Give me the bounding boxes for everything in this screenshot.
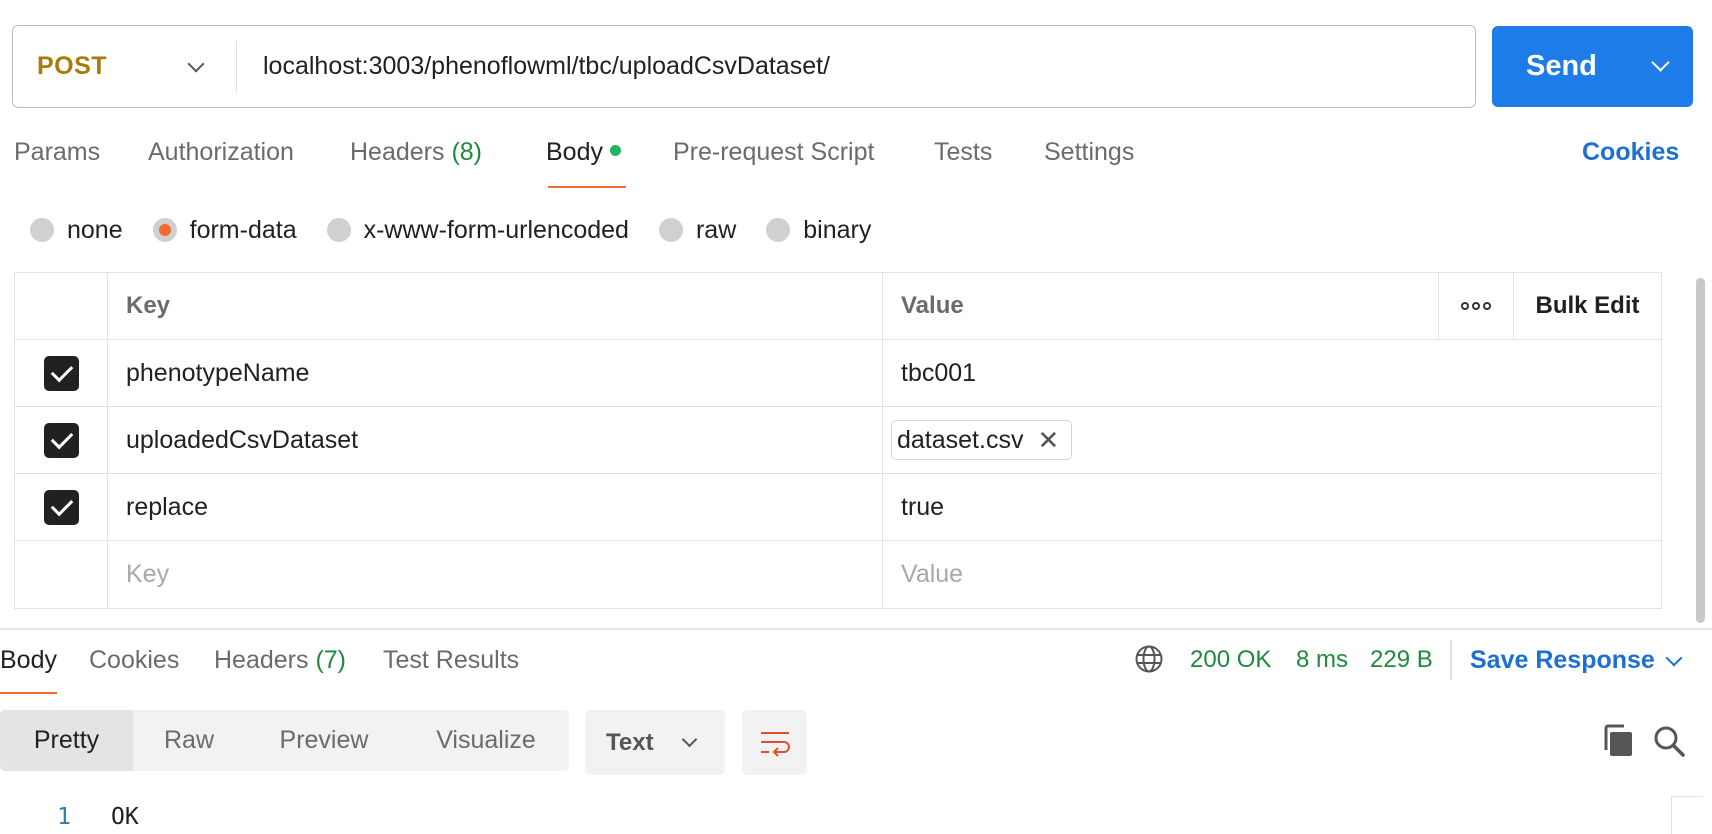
active-tab-indicator bbox=[548, 186, 626, 188]
value-cell: dataset.csv ✕ bbox=[883, 407, 1661, 473]
bulk-edit-button[interactable]: Bulk Edit bbox=[1514, 273, 1661, 339]
value-cell[interactable]: true bbox=[883, 474, 1661, 540]
response-tabs: Body Cookies Headers (7) Test Results 20… bbox=[0, 640, 1712, 696]
row-checkbox[interactable] bbox=[43, 489, 79, 525]
divider bbox=[1450, 640, 1452, 680]
table-row: uploadedCsvDataset dataset.csv ✕ bbox=[15, 407, 1661, 474]
request-url-bar: POST localhost:3003/phenoflowml/tbc/uplo… bbox=[12, 25, 1476, 108]
key-cell[interactable]: phenotypeName bbox=[108, 340, 883, 406]
more-dots-icon bbox=[1461, 302, 1491, 310]
tab-prerequest-script[interactable]: Pre-request Script bbox=[673, 138, 874, 167]
radio-selected-icon bbox=[152, 218, 177, 242]
response-tab-body[interactable]: Body bbox=[0, 646, 57, 675]
scrollbar[interactable] bbox=[1696, 278, 1705, 623]
format-select[interactable]: Text bbox=[585, 710, 725, 775]
headers-count: (8) bbox=[451, 138, 483, 166]
divider bbox=[0, 628, 1712, 630]
save-response-button[interactable]: Save Response bbox=[1470, 646, 1655, 675]
radio-binary[interactable]: binary bbox=[766, 216, 871, 245]
tab-body[interactable]: Body bbox=[546, 138, 621, 167]
radio-form-data[interactable]: form-data bbox=[152, 216, 297, 245]
table-header-row: Key Value Bulk Edit bbox=[15, 273, 1661, 340]
radio-raw[interactable]: raw bbox=[658, 216, 736, 245]
search-icon[interactable] bbox=[1652, 724, 1686, 758]
chevron-down-icon bbox=[187, 55, 205, 72]
line-number: 1 bbox=[57, 804, 71, 830]
response-tab-headers[interactable]: Headers (7) bbox=[214, 646, 346, 675]
radio-icon bbox=[326, 218, 351, 242]
response-headers-count: (7) bbox=[315, 646, 347, 674]
active-tab-indicator bbox=[0, 692, 57, 694]
table-row: replace true bbox=[15, 474, 1661, 541]
table-row-empty: Key Value bbox=[15, 541, 1661, 608]
tab-headers[interactable]: Headers (8) bbox=[350, 138, 482, 167]
key-cell[interactable]: replace bbox=[108, 474, 883, 540]
response-code-line: 1 OK bbox=[0, 800, 139, 834]
tab-tests[interactable]: Tests bbox=[934, 138, 992, 167]
body-type-radios: none form-data x-www-form-urlencoded raw… bbox=[30, 210, 901, 250]
chevron-down-icon bbox=[681, 731, 697, 748]
radio-x-www-form-urlencoded[interactable]: x-www-form-urlencoded bbox=[326, 216, 629, 245]
chevron-down-icon[interactable] bbox=[1665, 649, 1683, 667]
format-label: Text bbox=[606, 728, 654, 756]
new-key-input[interactable]: Key bbox=[108, 541, 883, 608]
header-value: Value bbox=[883, 273, 1439, 339]
radio-icon bbox=[766, 218, 791, 242]
copy-icon[interactable] bbox=[1602, 724, 1634, 758]
file-name: dataset.csv bbox=[897, 425, 1024, 454]
row-checkbox[interactable] bbox=[43, 422, 79, 458]
send-button[interactable]: Send bbox=[1492, 26, 1693, 107]
close-icon[interactable]: ✕ bbox=[1037, 427, 1059, 453]
body-modified-dot bbox=[609, 144, 621, 156]
view-raw[interactable]: Raw bbox=[133, 710, 245, 771]
key-cell[interactable]: uploadedCsvDataset bbox=[108, 407, 883, 473]
tab-authorization[interactable]: Authorization bbox=[148, 138, 294, 167]
tab-params[interactable]: Params bbox=[14, 138, 100, 167]
view-pretty[interactable]: Pretty bbox=[0, 710, 133, 771]
response-tab-cookies[interactable]: Cookies bbox=[89, 646, 179, 675]
new-value-input[interactable]: Value bbox=[883, 541, 1661, 608]
more-options-button[interactable] bbox=[1439, 273, 1514, 339]
response-tab-test-results[interactable]: Test Results bbox=[383, 646, 519, 675]
request-tabs: Params Authorization Headers (8) Body Pr… bbox=[0, 134, 1700, 190]
response-size[interactable]: 229 B bbox=[1370, 646, 1433, 674]
send-options-chevron-icon[interactable] bbox=[1651, 53, 1670, 72]
table-row: phenotypeName tbc001 bbox=[15, 340, 1661, 407]
wrap-lines-icon bbox=[760, 731, 790, 757]
radio-none[interactable]: none bbox=[30, 216, 123, 245]
send-label: Send bbox=[1526, 50, 1597, 82]
radio-icon bbox=[658, 218, 683, 242]
tab-settings[interactable]: Settings bbox=[1044, 138, 1134, 167]
response-view-switcher: Pretty Raw Preview Visualize bbox=[0, 710, 569, 771]
globe-icon[interactable] bbox=[1134, 644, 1164, 674]
response-time[interactable]: 8 ms bbox=[1296, 646, 1348, 674]
cookies-link[interactable]: Cookies bbox=[1582, 138, 1679, 167]
header-check-cell bbox=[15, 273, 108, 339]
view-preview[interactable]: Preview bbox=[245, 710, 403, 771]
form-data-table: Key Value Bulk Edit phenotypeName tbc001… bbox=[14, 272, 1662, 609]
view-visualize[interactable]: Visualize bbox=[403, 710, 569, 771]
method-label: POST bbox=[37, 52, 108, 80]
row-checkbox[interactable] bbox=[43, 355, 79, 391]
method-select[interactable]: POST bbox=[13, 40, 237, 93]
url-input[interactable]: localhost:3003/phenoflowml/tbc/uploadCsv… bbox=[237, 52, 830, 81]
radio-icon bbox=[30, 218, 54, 242]
line-text: OK bbox=[111, 804, 139, 830]
value-cell[interactable]: tbc001 bbox=[883, 340, 1661, 406]
header-key: Key bbox=[108, 273, 883, 339]
code-scrollbar[interactable] bbox=[1671, 796, 1703, 834]
file-chip[interactable]: dataset.csv ✕ bbox=[891, 420, 1073, 460]
status-code[interactable]: 200 OK bbox=[1190, 646, 1271, 674]
wrap-lines-button[interactable] bbox=[742, 710, 807, 775]
